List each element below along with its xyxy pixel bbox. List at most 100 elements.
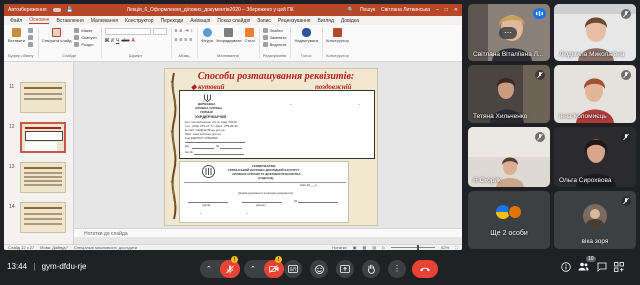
sorter-view-icon[interactable]: ▦ [363,245,367,250]
tab-slideshow[interactable]: Показ слайдів [217,18,250,24]
info-button[interactable] [561,262,571,272]
activities-button[interactable] [614,262,624,272]
designer-button[interactable]: Конструктор [326,28,349,43]
more-options-button[interactable]: ⋮ [388,260,406,278]
zoom-level[interactable]: 62% [441,245,449,250]
accessibility-status[interactable]: Спеціальні можливості: дослідити [74,245,137,250]
leave-call-button[interactable] [412,260,438,278]
fit-slide-icon[interactable]: ⛶ [455,245,458,250]
present-screen-button[interactable] [336,260,354,278]
zoom-slider-handle[interactable] [417,245,420,250]
more-options-icon[interactable]: ⋯ [499,27,517,39]
tab-review[interactable]: Рецензування [278,18,311,24]
align-right-button[interactable]: ≡ [184,37,187,43]
find-button[interactable]: Знайти [262,28,287,33]
zoom-slider[interactable] [391,245,436,250]
format-painter-button[interactable] [28,42,34,47]
language-status[interactable]: Мова: Дайвуд? [40,245,68,250]
autosave-toggle[interactable] [52,8,61,12]
layout-button[interactable]: Макет [74,28,96,33]
bold-button[interactable]: Ж [105,38,110,44]
participant-tile[interactable]: Ольга Сирохвова [554,127,636,187]
search-label[interactable]: Пошук [360,7,375,13]
reset-label: Скинути [81,35,97,40]
cut-button[interactable] [28,28,34,33]
reading-view-icon[interactable]: ▤ [372,245,376,250]
font-family-select[interactable] [104,28,151,35]
current-slide[interactable]: Способи розташування реквізитів: ◆ кутов… [164,68,378,226]
notes-pane[interactable]: Нотатки до слайда [74,228,462,237]
font-group: Ж К Ч abc A Шрифт [104,28,172,58]
paragraph-group: ≡ ≡ ⇥ ↕ ≡ ≡ ≡ ≡ Абзац [175,28,199,58]
slide-thumbnail[interactable] [20,162,66,193]
new-slide-button[interactable]: Створити слайд [42,28,71,43]
reset-button[interactable]: Скинути [74,35,97,40]
participant-tile[interactable]: ⋯ Світлана Віталіївна Л... [468,4,550,61]
align-left-button[interactable]: ≡ [175,37,178,43]
copy-button[interactable] [28,35,34,40]
indent-button[interactable]: ⇥ [184,28,188,34]
line-spacing-button[interactable]: ↕ [191,28,194,34]
save-icon[interactable]: 💾 [67,7,73,13]
select-button[interactable]: Виділити [262,42,287,47]
dictate-button[interactable]: Надиктувати [294,28,318,43]
mic-options-chevron-icon[interactable]: ⌃ [206,265,212,273]
meeting-code[interactable]: gym-dfdu-rje [42,262,87,271]
tab-draw[interactable]: Малювання [91,18,118,24]
tab-animations[interactable]: Анімація [190,18,210,24]
people-button[interactable] [578,262,589,271]
replace-button[interactable]: Замінити [262,35,286,40]
minimize-icon[interactable]: – [436,7,439,13]
tab-home[interactable]: Основне [29,17,50,24]
bullets-button[interactable]: ≡ [175,28,178,34]
chat-button[interactable] [597,262,607,272]
tab-file[interactable]: Файл [10,18,22,24]
slide-thumbnail-selected[interactable] [20,122,66,153]
tab-design[interactable]: Конструктор [125,18,154,24]
reactions-button[interactable] [310,260,328,278]
align-center-button[interactable]: ≡ [180,37,183,43]
slides-group: Створити слайд Макет Скинути Розділ Слай… [42,28,102,58]
slide-thumbnail[interactable] [20,202,66,233]
present-screen-icon [340,264,350,273]
tab-help[interactable]: Довідка [341,18,359,24]
tab-transitions[interactable]: Переходи [161,18,184,24]
normal-view-icon[interactable]: ▣ [353,245,357,250]
more-participants-tile[interactable]: Ще 2 особи [468,191,550,249]
doc2-kind-text: (Назва документа за видом документа) [238,191,293,195]
styles-button[interactable]: Стилі [244,28,255,43]
participant-tile[interactable]: Інна Коломиєць [554,65,636,123]
font-size-select[interactable] [152,28,167,35]
font-color-button[interactable]: A [131,38,134,44]
tab-record[interactable]: Запис [257,18,271,24]
raise-hand-button[interactable] [362,260,380,278]
mic-toggle-button[interactable] [220,260,240,278]
emoji-icon [314,264,324,274]
autosave-label[interactable]: Автозбереження [8,7,47,13]
shapes-button[interactable]: Фігури [201,28,213,43]
tab-view[interactable]: Вигляд [318,18,334,24]
captions-button[interactable] [284,260,302,278]
numbering-button[interactable]: ≡ [180,28,183,34]
section-button[interactable]: Розділ [74,42,96,47]
participant-tile[interactable]: Людмила Миколаївна [554,4,636,61]
italic-button[interactable]: К [111,38,114,44]
camera-options-chevron-icon[interactable]: ⌃ [250,265,256,273]
maximize-icon[interactable]: □ [445,7,448,13]
arrange-button[interactable]: Упорядкувати [216,28,241,43]
underline-button[interactable]: Ч [116,38,119,44]
slideshow-view-icon[interactable]: ▷ [382,245,385,250]
user-name[interactable]: Світлана Литвинська [381,7,430,13]
paste-button[interactable]: Вставити [8,28,25,43]
tab-insert[interactable]: Вставлення [56,18,83,24]
participant-tile[interactable]: віка зоря [554,191,636,249]
close-icon[interactable]: ✕ [454,7,458,13]
camera-toggle-button[interactable] [264,260,284,278]
justify-button[interactable]: ≡ [189,37,192,43]
participant-tile[interactable]: Я Скорик [468,127,550,187]
notes-toggle[interactable]: Нотатки [332,245,347,250]
strike-button[interactable]: abc [121,38,129,44]
participant-tile[interactable]: Тетяна Хильченко [468,65,550,123]
search-icon[interactable]: 🔍 [348,7,354,13]
slide-thumbnail[interactable] [20,82,66,113]
